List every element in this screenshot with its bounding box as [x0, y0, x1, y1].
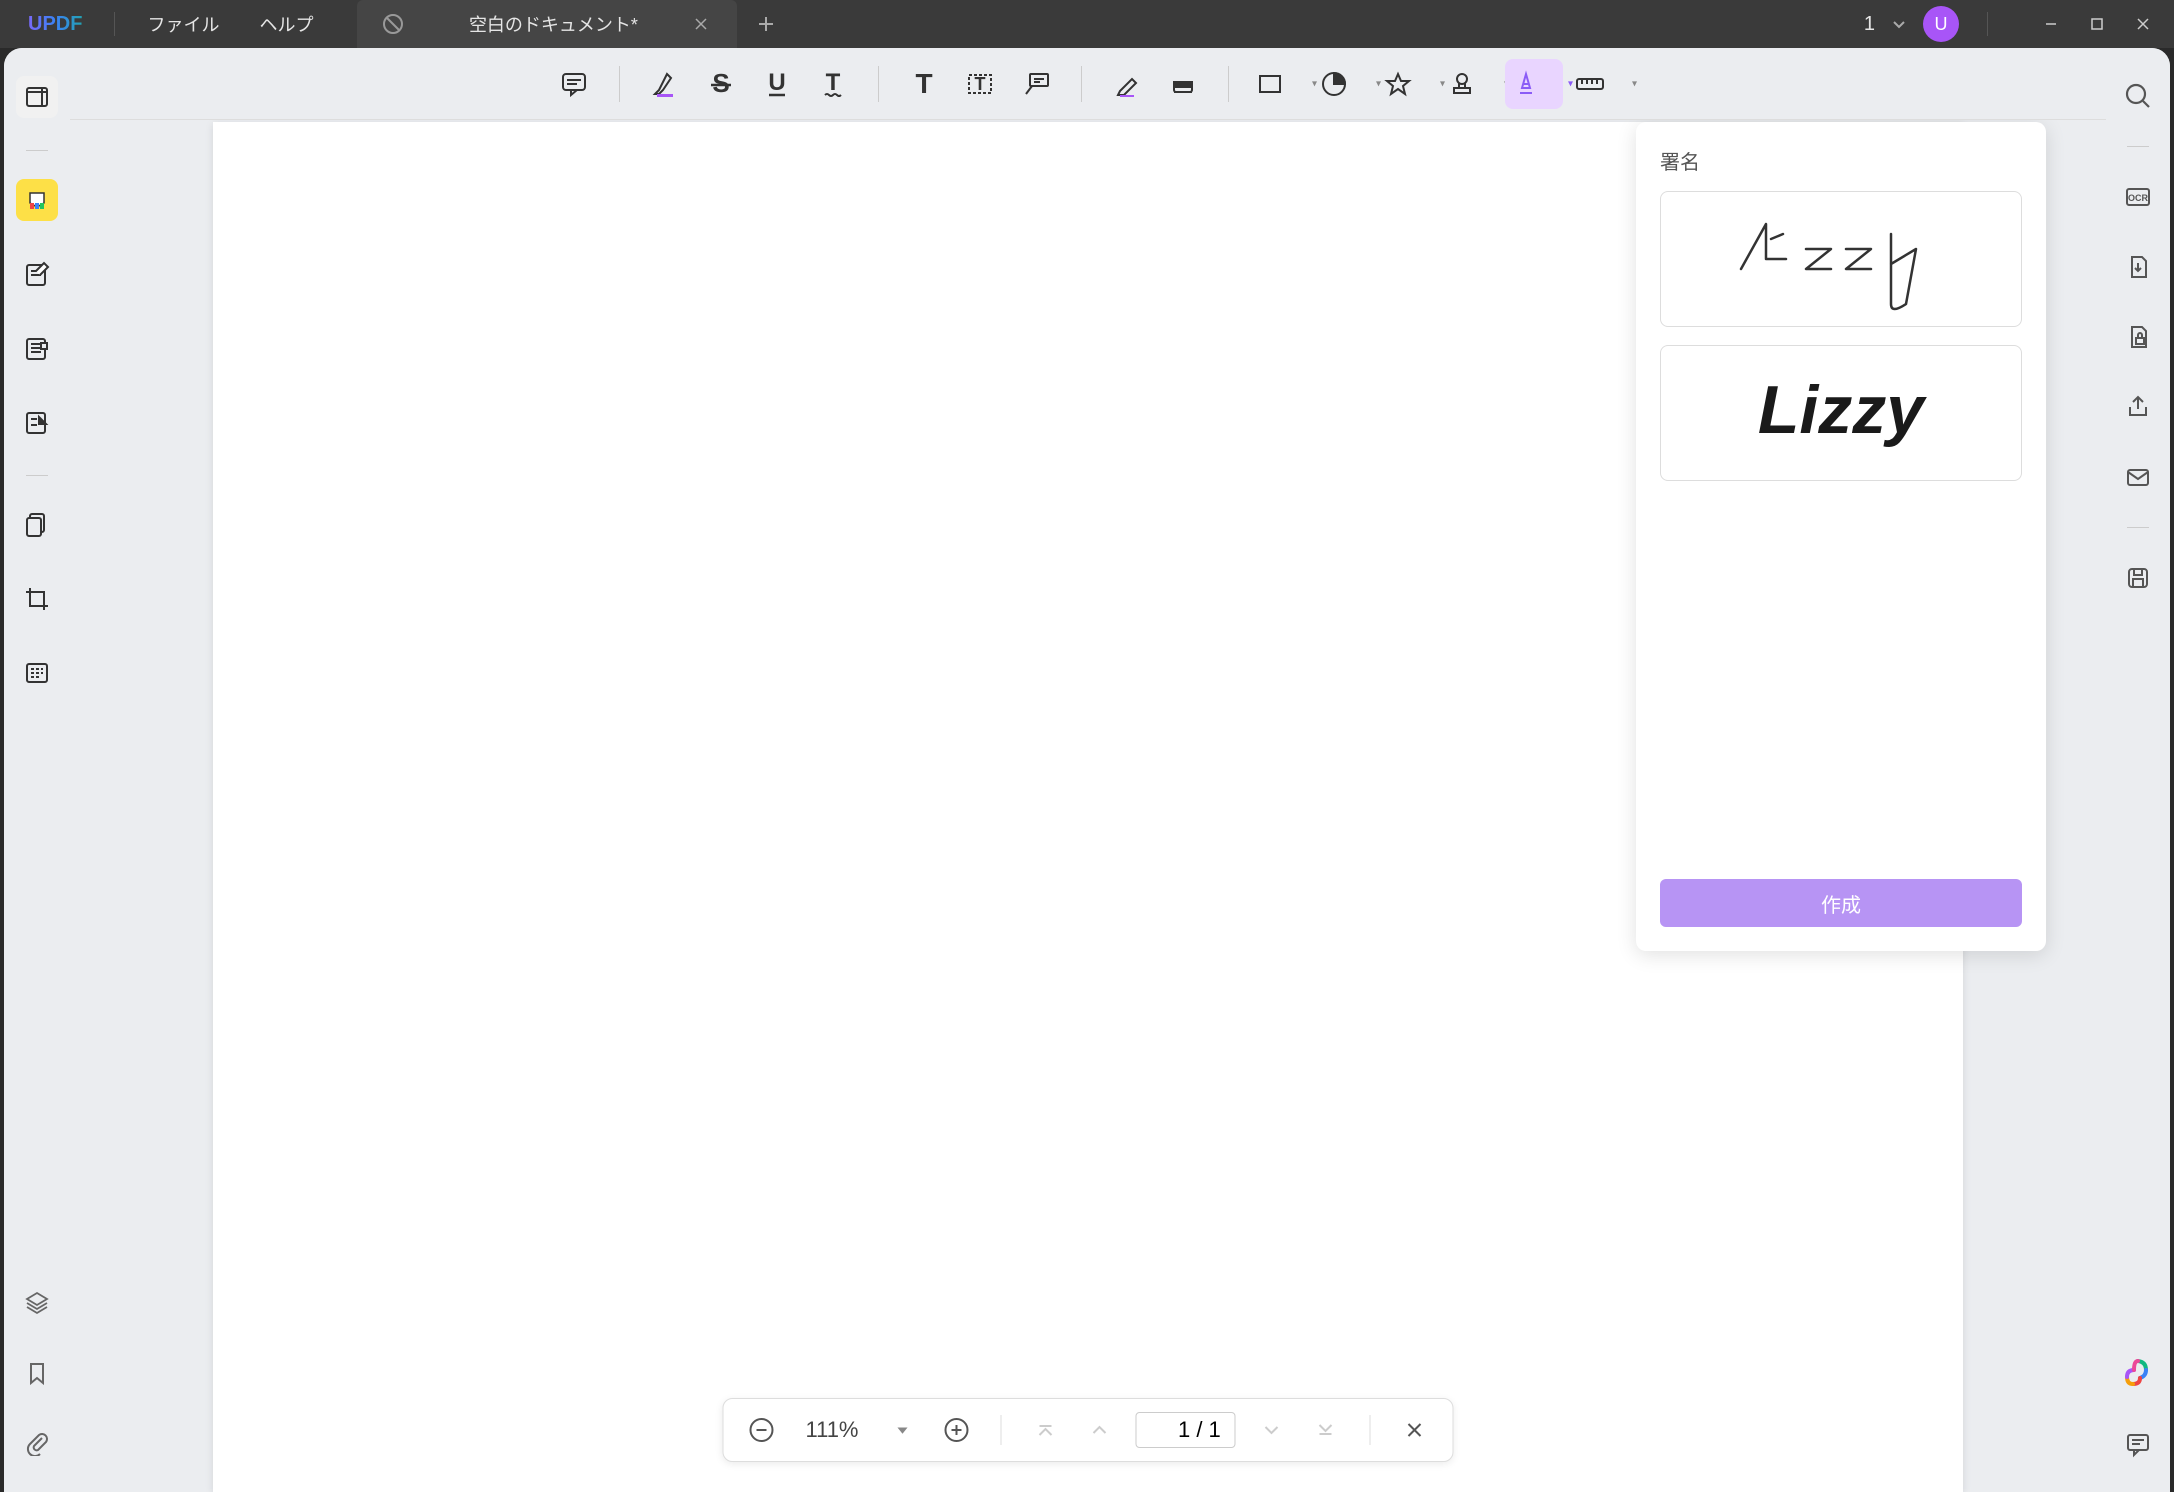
- menu-divider: [114, 12, 115, 36]
- reader-tool[interactable]: [16, 76, 58, 118]
- note-button[interactable]: [549, 59, 599, 109]
- bookmark-tool[interactable]: [16, 1352, 58, 1394]
- tab-close-button[interactable]: [685, 16, 717, 32]
- zoom-value: 111%: [797, 1417, 866, 1443]
- zoom-in-button[interactable]: [939, 1412, 975, 1448]
- divider: [1987, 12, 1988, 36]
- create-signature-button[interactable]: 作成: [1660, 879, 2022, 927]
- total-pages: 1: [1209, 1417, 1221, 1442]
- titlebar: UPDF ファイル ヘルプ 空白のドキュメント* 1 U: [0, 0, 2174, 48]
- text-button[interactable]: T: [899, 59, 949, 109]
- crop-tool[interactable]: [16, 578, 58, 620]
- convert-button[interactable]: [2118, 247, 2158, 287]
- left-sidebar: [4, 48, 70, 1492]
- last-page-button[interactable]: [1308, 1412, 1344, 1448]
- dropdown-caret-icon: ▾: [1632, 78, 1637, 89]
- canvas-area[interactable]: 署名 Lizzy 作成 111%: [70, 120, 2106, 1492]
- right-sidebar: OCR: [2106, 48, 2170, 1492]
- redact-tool[interactable]: [16, 652, 58, 694]
- main-area: S U T T T: [70, 48, 2106, 1492]
- page-navigation-bar: 111% / 1: [722, 1398, 1453, 1462]
- svg-text:S: S: [712, 68, 729, 98]
- next-page-button[interactable]: [1254, 1412, 1290, 1448]
- user-avatar[interactable]: U: [1923, 6, 1959, 42]
- window-dropdown-icon[interactable]: [1891, 16, 1907, 32]
- close-button[interactable]: [2120, 0, 2166, 48]
- pencil-button[interactable]: [1102, 59, 1152, 109]
- zoom-dropdown-button[interactable]: [885, 1412, 921, 1448]
- maximize-button[interactable]: [2074, 0, 2120, 48]
- squiggly-button[interactable]: T: [808, 59, 858, 109]
- form-tool[interactable]: [16, 401, 58, 443]
- organize-tool[interactable]: [16, 327, 58, 369]
- strikethrough-button[interactable]: S: [696, 59, 746, 109]
- close-nav-button[interactable]: [1397, 1412, 1433, 1448]
- menu-file[interactable]: ファイル: [127, 11, 239, 37]
- separator: [26, 150, 48, 151]
- annotation-toolbar: S U T T T: [70, 48, 2106, 120]
- email-button[interactable]: [2118, 457, 2158, 497]
- page-tool[interactable]: [16, 504, 58, 546]
- ai-button[interactable]: [2118, 1354, 2158, 1394]
- highlight-button[interactable]: [640, 59, 690, 109]
- signature-item-1[interactable]: [1660, 191, 2022, 327]
- comment-tool[interactable]: [16, 179, 58, 221]
- tab-title: 空白のドキュメント*: [421, 11, 685, 37]
- save-button[interactable]: [2118, 558, 2158, 598]
- layers-tool[interactable]: [16, 1282, 58, 1324]
- signature-button[interactable]: ▾: [1505, 59, 1563, 109]
- minimize-button[interactable]: [2028, 0, 2074, 48]
- protect-button[interactable]: [2118, 317, 2158, 357]
- attachment-tool[interactable]: [16, 1422, 58, 1464]
- window-count[interactable]: 1: [1864, 13, 1875, 36]
- signature-panel: 署名 Lizzy 作成: [1636, 122, 2046, 951]
- share-button[interactable]: [2118, 387, 2158, 427]
- signature-panel-title: 署名: [1660, 146, 2022, 175]
- menu-help[interactable]: ヘルプ: [239, 11, 333, 37]
- document-tab[interactable]: 空白のドキュメント*: [357, 0, 737, 48]
- tab-add-button[interactable]: [737, 15, 795, 33]
- prev-page-button[interactable]: [1082, 1412, 1118, 1448]
- signature-item-2[interactable]: Lizzy: [1660, 345, 2022, 481]
- rectangle-button[interactable]: ▾: [1249, 59, 1307, 109]
- svg-text:T: T: [826, 69, 841, 96]
- stamp-button[interactable]: ▾: [1377, 59, 1435, 109]
- zoom-out-button[interactable]: [743, 1412, 779, 1448]
- svg-text:T: T: [915, 69, 932, 99]
- workspace: S U T T T: [4, 48, 2170, 1492]
- underline-button[interactable]: U: [752, 59, 802, 109]
- app-logo: UPDF: [8, 13, 102, 36]
- stamp2-button[interactable]: ▾: [1441, 59, 1499, 109]
- search-button[interactable]: [2118, 76, 2158, 116]
- callout-button[interactable]: [1011, 59, 1061, 109]
- measure-button[interactable]: ▾: [1569, 59, 1627, 109]
- sticker-button[interactable]: ▾: [1313, 59, 1371, 109]
- edit-tool[interactable]: [16, 253, 58, 295]
- comments-panel-button[interactable]: [2118, 1424, 2158, 1464]
- svg-text:U: U: [768, 69, 785, 96]
- ocr-button[interactable]: OCR: [2118, 177, 2158, 217]
- page-input-group: / 1: [1136, 1412, 1236, 1448]
- eraser-button[interactable]: [1158, 59, 1208, 109]
- svg-text:Lizzy: Lizzy: [1758, 372, 1927, 448]
- separator: [26, 475, 48, 476]
- current-page-input[interactable]: [1150, 1417, 1190, 1443]
- first-page-button[interactable]: [1028, 1412, 1064, 1448]
- svg-text:OCR: OCR: [2128, 193, 2149, 203]
- textbox-button[interactable]: T: [955, 59, 1005, 109]
- svg-text:T: T: [975, 74, 986, 94]
- tab-document-icon: [381, 12, 405, 36]
